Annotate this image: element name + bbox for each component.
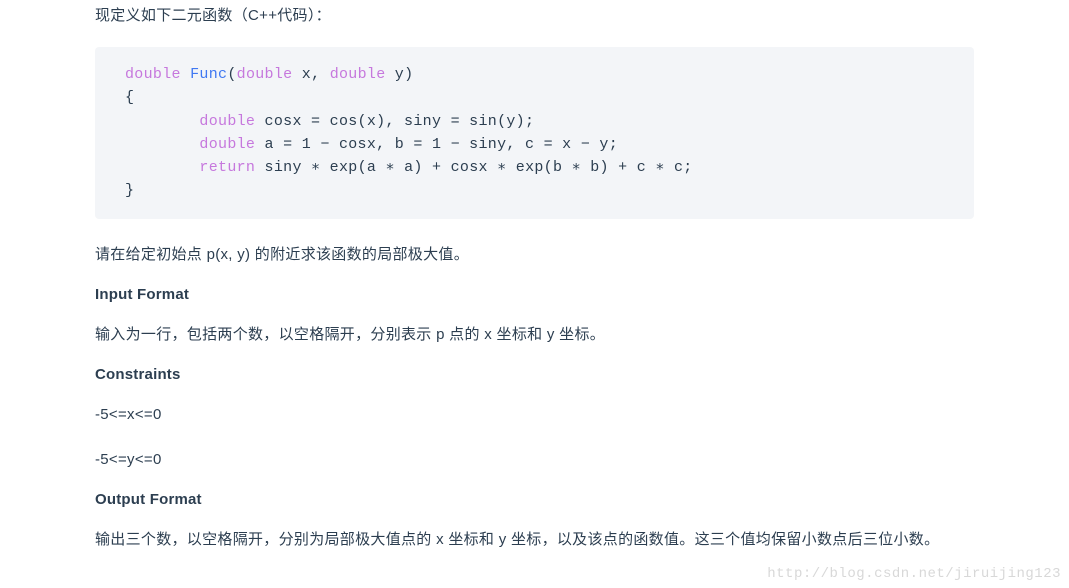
constraints-heading: Constraints xyxy=(95,366,974,383)
code-block: double Func(double x, double y) { double… xyxy=(95,47,974,219)
code-pad xyxy=(125,159,199,176)
intro-paragraph: 现定义如下二元函数（C++代码）： xyxy=(95,2,974,29)
code-keyword: double xyxy=(199,136,255,153)
output-description: 输出三个数，以空格隔开，分别为局部极大值点的 x 坐标和 y 坐标，以及该点的函… xyxy=(95,526,974,553)
code-text: a = 1 − cosx, b = 1 − siny, c = x − y; xyxy=(255,136,618,153)
task-paragraph: 请在给定初始点 p(x, y) 的附近求该函数的局部极大值。 xyxy=(95,241,974,268)
input-description: 输入为一行，包括两个数，以空格隔开，分别表示 p 点的 x 坐标和 y 坐标。 xyxy=(95,321,974,348)
code-text: y) xyxy=(386,66,414,83)
code-pad xyxy=(125,113,199,130)
document-content: 现定义如下二元函数（C++代码）： double Func(double x, … xyxy=(0,0,1069,553)
code-keyword: double xyxy=(330,66,386,83)
constraint-y: -5<=y<=0 xyxy=(95,446,974,473)
code-text: cosx = cos(x), siny = sin(y); xyxy=(255,113,534,130)
code-text: } xyxy=(125,182,134,199)
code-keyword: double xyxy=(199,113,255,130)
input-format-heading: Input Format xyxy=(95,286,974,303)
output-format-heading: Output Format xyxy=(95,491,974,508)
code-keyword: double xyxy=(237,66,293,83)
code-pad xyxy=(125,136,199,153)
code-keyword: double xyxy=(125,66,181,83)
code-keyword: return xyxy=(199,159,255,176)
code-text: { xyxy=(125,89,134,106)
code-function-name: Func xyxy=(190,66,227,83)
watermark-text: http://blog.csdn.net/jiruijing123 xyxy=(767,566,1061,582)
code-text: x, xyxy=(292,66,329,83)
code-text: ( xyxy=(227,66,236,83)
code-text: siny ∗ exp(a ∗ a) + cosx ∗ exp(b ∗ b) + … xyxy=(255,159,692,176)
constraint-x: -5<=x<=0 xyxy=(95,401,974,428)
